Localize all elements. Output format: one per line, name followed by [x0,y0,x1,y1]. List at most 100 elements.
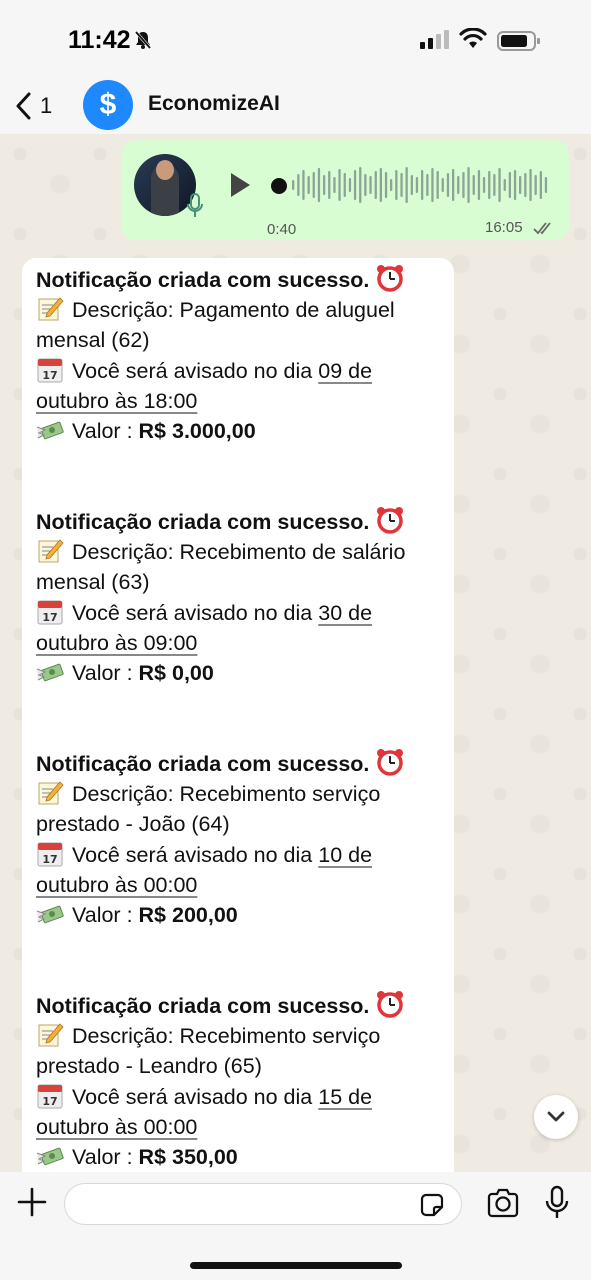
voice-timestamp: 16:05 [485,219,523,236]
value-label: Valor : [72,661,133,686]
calendar-icon: 17 [37,842,63,867]
description-line: Descrição: Recebimento serviço [36,1021,446,1051]
value-amount: R$ 3.000,00 [138,419,256,444]
memo-icon [38,539,64,563]
waveform-bar [302,170,305,200]
waveform-bar [508,172,511,198]
description-line: Descrição: Recebimento serviço [36,779,446,809]
value-line: Valor : R$ 200,00 [36,900,446,930]
notification-item: Notificação criada com sucesso. Descrição… [36,506,446,688]
value-label: Valor : [72,419,133,444]
svg-text:17: 17 [42,1095,57,1108]
svg-text:17: 17 [42,611,57,624]
microphone-icon[interactable] [544,1185,570,1226]
waveform-bar [379,168,382,202]
notification-title-line: Notificação criada com sucesso. [36,748,446,779]
value-amount: R$ 350,00 [138,1145,238,1170]
chevron-down-icon [547,1111,565,1122]
waveform-bar [374,171,377,199]
waveform-bar [431,168,434,202]
waveform-bar [369,176,372,194]
notification-title-line: Notificação criada com sucesso. [36,506,446,537]
alert-date-link[interactable]: 30 de [318,601,372,625]
alert-line: 17 Você será avisado no dia 10 de [36,840,446,870]
waveform-bar [307,176,310,194]
alarm-clock-icon [377,265,404,292]
alert-date-continuation: outubro às 00:00 [36,1112,446,1142]
battery-icon [497,30,541,57]
waveform-bar [539,171,542,199]
message-input[interactable] [64,1183,462,1225]
waveform-bar [452,169,455,201]
notification-item: Notificação criada com sucesso. Descrição… [36,264,446,446]
description-text: Descrição: Recebimento serviço [72,782,381,807]
waveform-bar [519,176,522,194]
back-button[interactable]: 1 [14,88,64,124]
waveform-bar [359,167,362,203]
waveform-bar [472,175,475,195]
chat-header: 1 $ EconomizeAI [0,78,591,134]
waveform-bar [323,175,326,195]
description-continuation: prestado - Leandro (65) [36,1054,262,1079]
sticker-icon[interactable] [418,1191,446,1224]
waveform-bar [400,173,403,197]
waveform-bar [446,173,450,197]
waveform-bar [415,177,419,193]
voice-message-bubble[interactable]: 0:40 16:05 [121,140,569,240]
incoming-message-bubble[interactable]: Notificação criada com sucesso. Descrição… [22,258,454,1172]
alert-date-link[interactable]: 15 de [318,1085,372,1109]
notification-title: Notificação criada com sucesso. [36,752,370,776]
contact-avatar[interactable]: $ [83,80,133,130]
money-with-wings-icon [36,1147,64,1166]
camera-icon[interactable] [486,1188,520,1223]
alert-prefix: Você será avisado no dia [72,1084,313,1109]
status-bar: 11:42 [0,0,591,78]
waveform-bar [364,174,367,196]
waveform-bar [488,171,491,199]
alert-date-link[interactable]: outubro às 18:00 [36,389,197,413]
memo-icon [38,297,64,321]
notification-item: Notificação criada com sucesso. Descrição… [36,748,446,930]
notification-title: Notificação criada com sucesso. [36,268,370,292]
waveform-bar [338,169,341,201]
alert-date-link[interactable]: 10 de [318,843,372,867]
waveform-bar [328,171,331,199]
value-label: Valor : [72,1145,133,1170]
waveform-bar [390,179,393,191]
value-amount: R$ 0,00 [138,661,214,686]
calendar-icon: 17 [37,600,63,625]
waveform-bar [477,170,481,200]
alarm-clock-icon [377,991,404,1018]
scroll-down-button[interactable] [534,1095,578,1139]
chat-area[interactable]: 0:40 16:05 Notificação criada com sucess… [0,134,591,1172]
description-line: Descrição: Recebimento de salário [36,537,446,567]
waveform-bar [297,174,300,196]
memo-icon [38,781,64,805]
microphone-icon [185,192,205,225]
notification-title-line: Notificação criada com sucesso. [36,990,446,1021]
alert-date-link[interactable]: outubro às 00:00 [36,873,197,897]
message-composer [0,1172,591,1280]
waveform-bar [384,172,388,198]
money-with-wings-icon [36,663,64,682]
wifi-icon [459,27,487,55]
plus-icon[interactable] [16,1186,48,1223]
waveform-bar [457,176,460,194]
play-icon[interactable] [227,170,253,205]
description-continuation: mensal (62) [36,328,150,353]
audio-waveform[interactable] [291,164,549,206]
value-label: Valor : [72,903,133,928]
alert-date-link[interactable]: outubro às 09:00 [36,631,197,655]
alarm-clock-icon [377,507,404,534]
value-amount: R$ 200,00 [138,903,238,928]
contact-name[interactable]: EconomizeAI [148,92,280,116]
memo-icon [38,1023,64,1047]
alert-date-link[interactable]: outubro às 00:00 [36,1115,197,1139]
unread-count: 1 [40,93,53,118]
value-line: Valor : R$ 3.000,00 [36,416,446,446]
description-text: Descrição: Recebimento de salário [72,540,406,565]
notification-title: Notificação criada com sucesso. [36,510,370,534]
seek-handle[interactable] [271,178,287,194]
notification-item: Notificação criada com sucesso. Descrição… [36,990,446,1172]
alert-date-link[interactable]: 09 de [318,359,372,383]
